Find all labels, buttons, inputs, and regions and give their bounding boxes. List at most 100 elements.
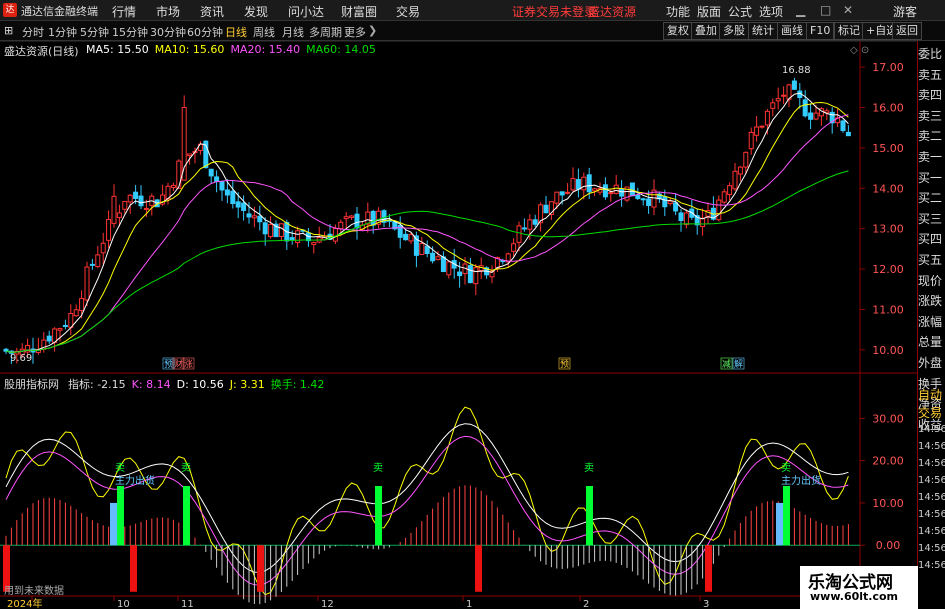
sidebar-item[interactable]: 外盘 — [918, 353, 945, 373]
indicator-legend: 指标: -2.15 K: 8.14 D: 10.56 J: 3.31 换手: 1.42 — [68, 376, 330, 392]
menu-item[interactable]: 市场 — [156, 3, 180, 20]
sidebar-trade-item[interactable]: 自动 — [918, 385, 945, 405]
buy-signal-bar — [475, 545, 482, 592]
sidebar-item[interactable]: 买一 — [918, 168, 945, 188]
sidebar-item[interactable]: 卖四 — [918, 85, 945, 105]
menu-item[interactable]: 发现 — [244, 3, 268, 20]
menu-layout[interactable]: 版面 — [697, 3, 721, 20]
sidebar-item[interactable]: 卖五 — [918, 65, 945, 85]
chip-label: 主力出货 — [781, 474, 821, 487]
candle-body — [251, 215, 257, 219]
period-tab[interactable]: 月线 — [282, 24, 304, 40]
candle-body — [111, 195, 117, 224]
sidebar-item[interactable]: 买三 — [918, 209, 945, 229]
date-label: 12 — [321, 599, 334, 609]
period-tab[interactable]: 60分钟 — [187, 24, 223, 40]
candle-body — [311, 241, 317, 245]
candle-body — [570, 178, 576, 191]
period-tab[interactable]: 1分钟 — [48, 24, 77, 40]
sidebar-item[interactable]: 卖二 — [918, 126, 945, 146]
candle-body — [678, 212, 684, 222]
candle-body — [662, 196, 668, 208]
period-tab[interactable]: 更多 — [344, 24, 366, 40]
sell-signal-bar — [586, 486, 593, 546]
period-tab[interactable]: 15分钟 — [112, 24, 148, 40]
period-tab[interactable]: 多周期 — [309, 24, 342, 40]
time-tick: 14:56 — [918, 560, 945, 571]
period-tab[interactable]: 周线 — [253, 24, 275, 40]
sell-signal-label: 卖 — [584, 462, 594, 474]
menu-item[interactable]: 问小达 — [288, 3, 324, 20]
price-tick-label: 12.00 — [872, 263, 904, 276]
guest-button[interactable]: 游客 — [893, 3, 917, 20]
candle-body — [667, 200, 673, 205]
sidebar-item[interactable]: 买四 — [918, 229, 945, 249]
candle-body — [403, 233, 409, 241]
period-tab[interactable]: 5分钟 — [80, 24, 109, 40]
event-marker[interactable]: 预 — [164, 359, 173, 370]
indicator-tick-label: 0.00 — [876, 539, 901, 552]
candle-body — [235, 201, 241, 208]
toolbar-button[interactable]: 画线 — [777, 22, 807, 40]
candle-body — [511, 243, 517, 252]
event-marker[interactable]: 减 — [722, 358, 731, 370]
toolbar-button[interactable]: 标记 — [834, 22, 864, 40]
event-marker[interactable]: 财 — [174, 358, 183, 370]
toolbar-button[interactable]: F10 — [806, 22, 835, 40]
minimize-icon[interactable]: ▁ — [796, 3, 805, 17]
candle-body — [170, 184, 176, 188]
candle-body — [370, 210, 376, 226]
high-price-label: 16.88 — [782, 65, 811, 76]
brand-link[interactable]: 盛达资源 — [588, 3, 636, 20]
maximize-icon[interactable]: □ — [820, 3, 831, 17]
login-alert[interactable]: 证券交易未登录 — [512, 3, 596, 20]
sidebar-item[interactable]: 涨幅 — [918, 312, 945, 332]
toolbar-button[interactable]: 复权 — [663, 22, 693, 40]
candle-body — [440, 256, 446, 273]
candle-body — [349, 215, 355, 218]
kline-chart[interactable]: 17.0016.0015.0014.0013.0012.0011.0010.00… — [0, 41, 917, 609]
period-toolbar: ⊞ 分时 1分钟 5分钟 15分钟 30分钟 60分钟 日线 周线 月线 多周期 更多 ❯ 复权 叠加多… — [0, 21, 945, 41]
event-marker[interactable]: 预 — [560, 359, 569, 370]
chevron-right-icon[interactable]: ❯ — [368, 24, 377, 37]
sidebar-item[interactable]: 委比 — [918, 44, 945, 64]
period-tab[interactable]: 分时 — [22, 24, 44, 40]
event-marker[interactable]: 涨 — [184, 359, 193, 370]
price-tick-label: 15.00 — [872, 142, 904, 155]
menu-item[interactable]: 财富圈 — [341, 3, 377, 20]
close-icon[interactable]: ✕ — [843, 3, 853, 17]
watermark-url: www.60lt.com — [810, 590, 899, 603]
candle-body — [527, 219, 533, 230]
menu-item[interactable]: 行情 — [112, 3, 136, 20]
toolbar-button[interactable]: 多股 — [719, 22, 749, 40]
menu-item[interactable]: 资讯 — [200, 3, 224, 20]
sidebar-item[interactable]: 现价 — [918, 271, 945, 291]
menu-options[interactable]: 选项 — [759, 3, 783, 20]
sidebar-item[interactable]: 买二 — [918, 188, 945, 208]
period-tab[interactable]: 日线 — [225, 24, 247, 40]
candle-body — [52, 328, 58, 343]
grid-icon[interactable]: ⊞ — [4, 24, 13, 37]
sell-signal-label: 卖 — [181, 462, 191, 474]
candle-body — [683, 212, 689, 226]
sidebar-item[interactable]: 买五 — [918, 250, 945, 270]
candle-body — [278, 223, 284, 237]
sidebar-item[interactable]: 涨跌 — [918, 291, 945, 311]
menu-item[interactable]: 交易 — [396, 3, 420, 20]
collapse-icon[interactable]: ◇ ⊙ — [850, 45, 869, 56]
menu-function[interactable]: 功能 — [666, 3, 690, 20]
event-marker[interactable]: 解 — [734, 358, 743, 370]
toolbar-button[interactable]: 统计 — [748, 22, 778, 40]
price-tick-label: 11.00 — [872, 303, 904, 316]
sidebar-item[interactable]: 总量 — [918, 332, 945, 352]
candle-body — [89, 263, 95, 266]
toolbar-button[interactable]: 叠加 — [691, 22, 721, 40]
candle-body — [408, 234, 414, 242]
sidebar-item[interactable]: 卖一 — [918, 147, 945, 167]
menu-formula[interactable]: 公式 — [728, 3, 752, 20]
toolbar-button[interactable]: 返回 — [892, 22, 922, 40]
sidebar-item[interactable]: 卖三 — [918, 106, 945, 126]
candle-body — [770, 102, 776, 109]
period-tab[interactable]: 30分钟 — [150, 24, 186, 40]
indicator-tick-label: 20.00 — [872, 455, 904, 468]
